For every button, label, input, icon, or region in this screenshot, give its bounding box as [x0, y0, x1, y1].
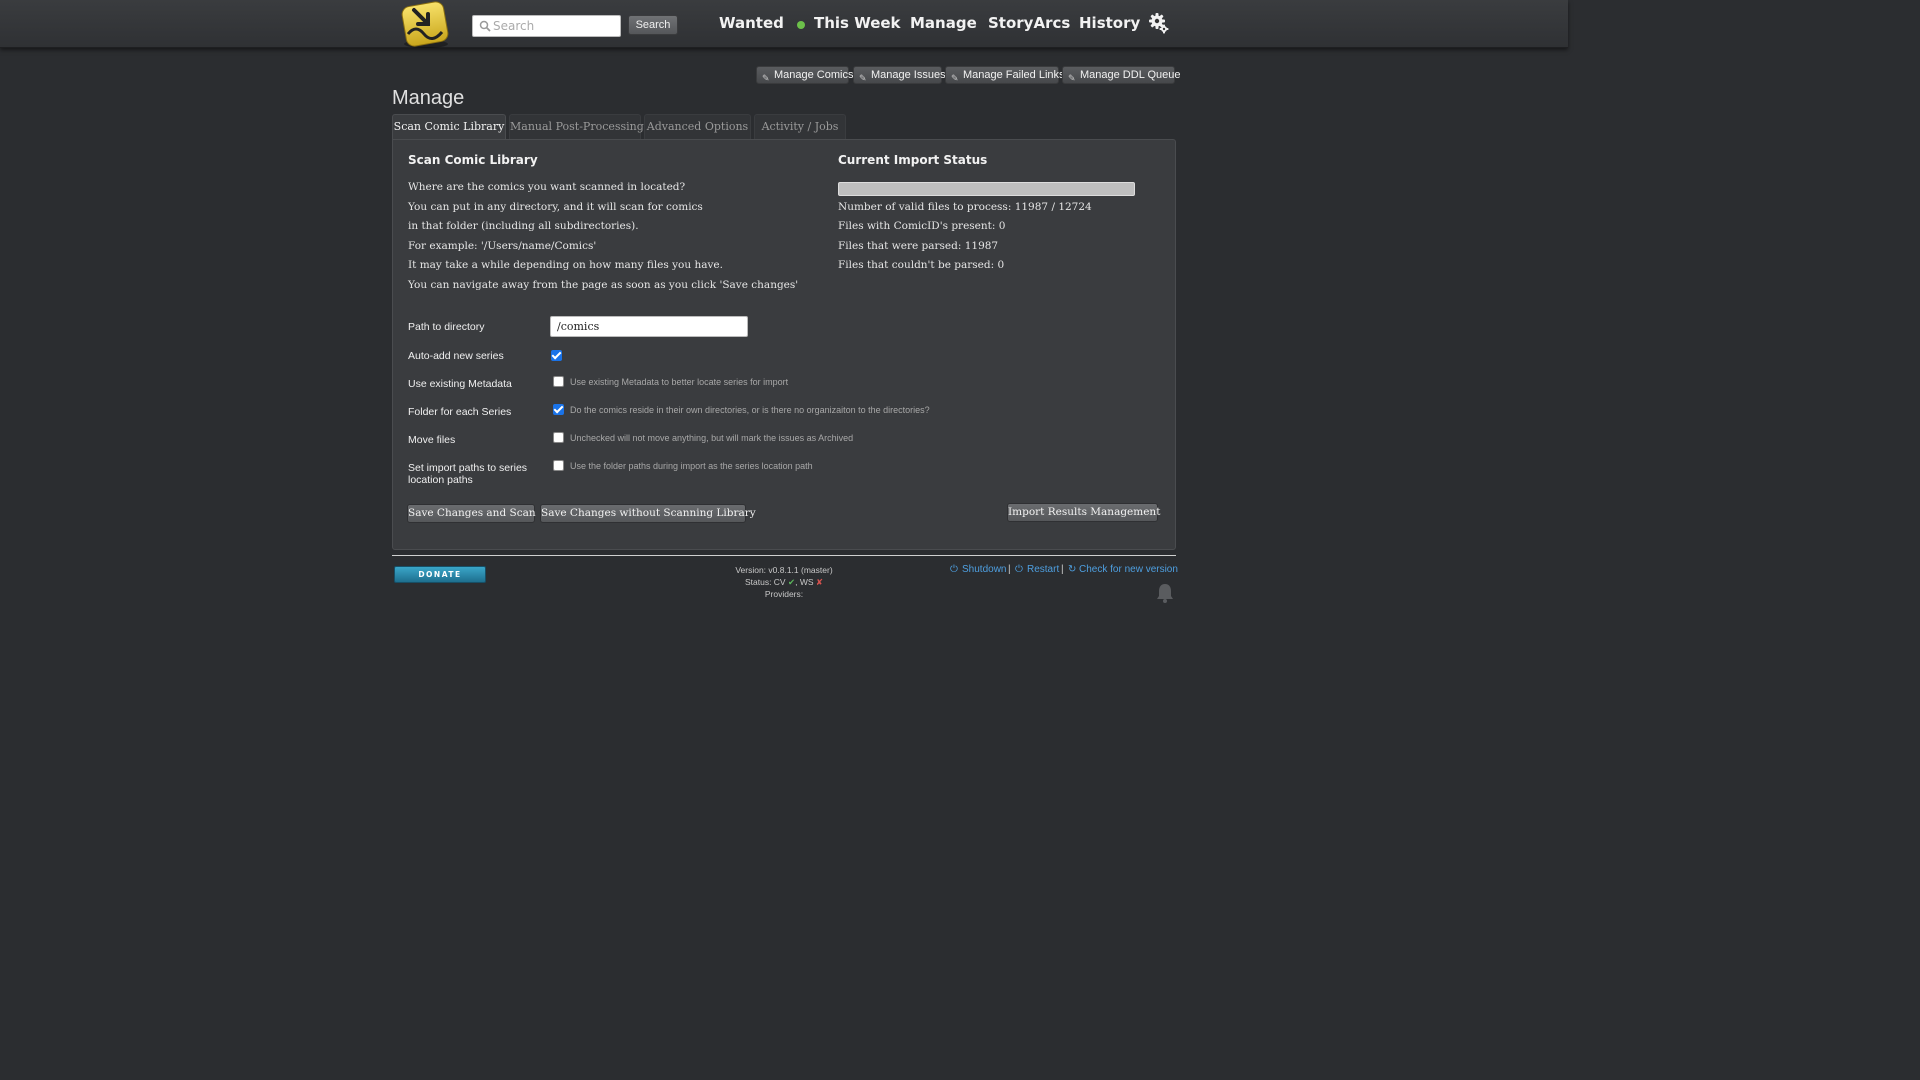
power-icon: ⏻: [950, 564, 958, 575]
check-version-link[interactable]: Check for new version: [1079, 564, 1178, 575]
status-line: Files that were parsed: 11987: [838, 240, 999, 252]
pencil-icon: ✎: [762, 73, 770, 83]
existing-metadata-checkbox[interactable]: [553, 376, 564, 387]
tab-scan-comic-library[interactable]: Scan Comic Library: [392, 114, 506, 140]
tab-advanced-options[interactable]: Advanced Options: [644, 114, 751, 140]
status-text: Status: CV ✔, WS ✘: [700, 577, 868, 588]
donate-button[interactable]: DONATE: [394, 566, 486, 583]
scan-heading: Scan Comic Library: [408, 153, 538, 167]
footer-divider: [392, 555, 1176, 556]
path-to-directory-input[interactable]: [550, 316, 748, 337]
pencil-icon: ✎: [951, 73, 959, 83]
top-navbar: [0, 0, 1568, 48]
separator: |: [1061, 564, 1064, 575]
search-box[interactable]: [472, 15, 621, 37]
providers-text: Providers:: [764, 589, 804, 599]
manage-ddl-queue-button[interactable]: ✎ Manage DDL Queue: [1062, 66, 1181, 84]
scan-line: For example: '/Users/name/Comics': [408, 240, 597, 252]
folder-per-series-label: Folder for each Series: [408, 406, 512, 418]
manage-issues-button[interactable]: ✎ Manage Issues: [853, 66, 946, 84]
existing-metadata-hint: Use existing Metadata to better locate s…: [570, 377, 789, 387]
status-cv-label: Status: CV: [744, 577, 786, 587]
manage-ddl-queue-label: Manage DDL Queue: [1080, 69, 1181, 81]
pencil-icon: ✎: [859, 73, 867, 83]
move-files-checkbox[interactable]: [553, 432, 564, 443]
nav-storyarcs[interactable]: StoryArcs: [988, 14, 1070, 32]
separator: |: [1008, 564, 1011, 575]
manage-issues-label: Manage Issues: [871, 69, 946, 81]
nav-manage[interactable]: Manage: [910, 14, 977, 32]
folder-per-series-hint: Do the comics reside in their own direct…: [570, 405, 930, 415]
restart-link[interactable]: Restart: [1027, 564, 1059, 575]
version-text: Version: v0.8.1.1 (master): [735, 565, 833, 575]
save-and-scan-button[interactable]: Save Changes and Scan: [407, 504, 536, 523]
nav-history[interactable]: History: [1079, 14, 1140, 32]
power-icon: ⏻: [1015, 564, 1023, 575]
shutdown-link[interactable]: Shutdown: [962, 564, 1006, 575]
refresh-icon: ↻: [1068, 564, 1077, 575]
scan-line: It may take a while depending on how man…: [408, 259, 723, 271]
pencil-icon: ✎: [1068, 73, 1076, 83]
import-paths-hint: Use the folder paths during import as th…: [570, 461, 813, 471]
nav-wanted[interactable]: Wanted: [719, 14, 784, 32]
status-dot: [797, 21, 805, 29]
scan-line: You can navigate away from the page as s…: [408, 279, 799, 291]
nav-this-week[interactable]: This Week: [814, 14, 901, 32]
auto-add-label: Auto-add new series: [408, 350, 504, 362]
path-label: Path to directory: [408, 321, 485, 333]
folder-per-series-checkbox[interactable]: [553, 404, 564, 415]
app-logo[interactable]: [398, 0, 454, 50]
cross-icon: ✘: [815, 577, 824, 587]
settings-gear-icon[interactable]: [1149, 12, 1169, 34]
page-title: Manage: [392, 87, 465, 109]
manage-failed-links-button[interactable]: ✎ Manage Failed Links: [945, 66, 1065, 84]
manage-failed-links-label: Manage Failed Links: [963, 69, 1065, 81]
search-input[interactable]: [493, 17, 618, 35]
scan-line: in that folder (including all subdirecto…: [408, 220, 639, 232]
scan-line: Where are the comics you want scanned in…: [408, 181, 686, 193]
status-line: Number of valid files to process: 11987 …: [838, 201, 1092, 213]
auto-add-checkbox[interactable]: [551, 350, 562, 361]
status-ws-label: , WS: [795, 577, 814, 587]
import-paths-label: Set import paths to series: [408, 462, 528, 474]
move-files-label: Move files: [408, 434, 456, 446]
import-status-heading: Current Import Status: [838, 153, 988, 167]
import-paths-label-cont: location paths: [408, 474, 473, 486]
manage-comics-label: Manage Comics: [774, 69, 854, 81]
import-paths-checkbox[interactable]: [553, 460, 564, 471]
scan-line: You can put in any directory, and it wil…: [408, 201, 703, 213]
status-line: Files with ComicID's present: 0: [838, 220, 1006, 232]
status-line: Files that couldn't be parsed: 0: [838, 259, 1005, 271]
move-files-hint: Unchecked will not move anything, but wi…: [570, 433, 854, 443]
save-without-scan-button[interactable]: Save Changes without Scanning Library: [540, 504, 756, 523]
search-button[interactable]: Search: [628, 15, 678, 35]
manage-comics-button[interactable]: ✎ Manage Comics: [756, 66, 853, 84]
search-icon: [479, 20, 491, 32]
tab-activity-jobs[interactable]: Activity / Jobs: [754, 114, 846, 140]
notification-bell-icon[interactable]: [1156, 583, 1174, 603]
existing-metadata-label: Use existing Metadata: [408, 378, 512, 390]
import-progress-bar: [838, 182, 1135, 196]
tab-manual-post-processing[interactable]: Manual Post-Processing: [509, 114, 644, 140]
import-results-management-button[interactable]: Import Results Management: [1007, 503, 1160, 522]
